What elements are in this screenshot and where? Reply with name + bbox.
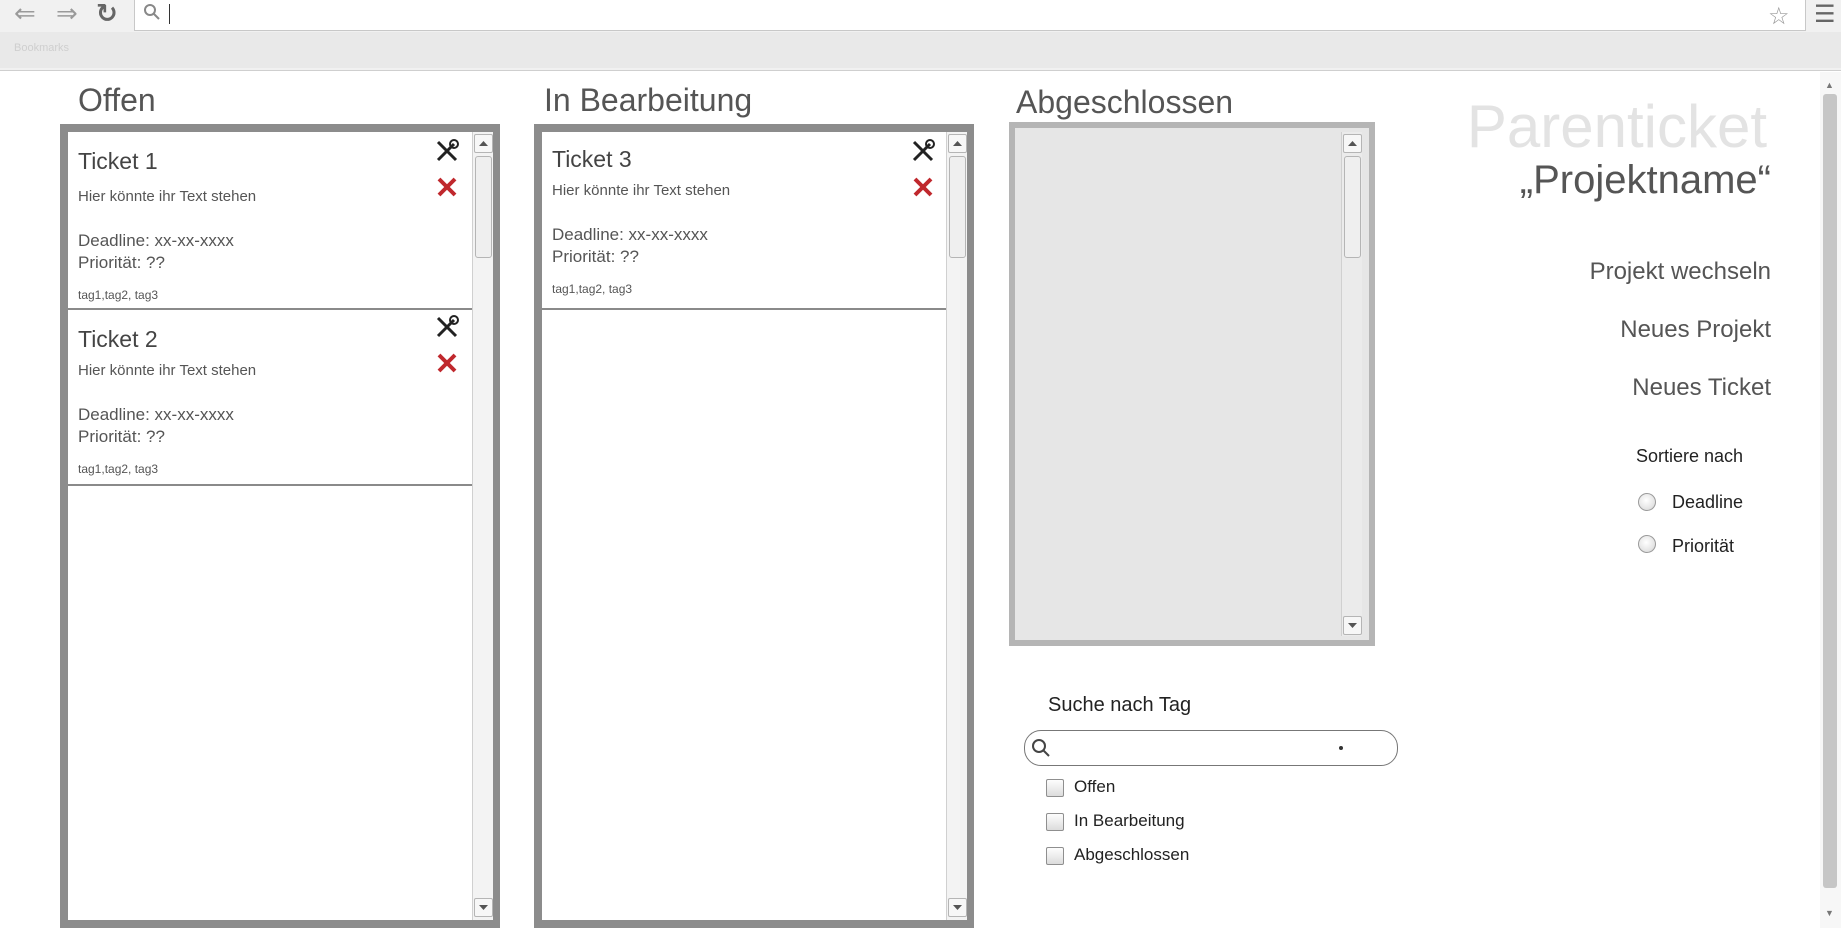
ticket-text: Hier könnte ihr Text stehen bbox=[78, 188, 257, 205]
search-label: Suche nach Tag bbox=[1048, 694, 1192, 716]
scroll-down-arrow[interactable] bbox=[948, 898, 967, 917]
scroll-up-icon[interactable]: ▲ bbox=[1825, 80, 1834, 90]
filter-checkbox-offen[interactable] bbox=[1046, 779, 1064, 797]
input-dot bbox=[1339, 746, 1343, 750]
scroll-thumb[interactable] bbox=[949, 156, 966, 258]
ticket-deadline: Deadline: xx-xx-xxxx bbox=[552, 225, 708, 244]
ticket-priority: Priorität: ?? bbox=[552, 247, 639, 266]
filter-label-abgeschlossen: Abgeschlossen bbox=[1074, 845, 1190, 864]
column-in-bearbeitung: Ticket 3 Hier könnte ihr Text stehen Dea… bbox=[534, 124, 974, 928]
search-icon bbox=[144, 4, 160, 20]
tag-search-input[interactable] bbox=[1024, 730, 1398, 766]
page-scrollbar[interactable]: ▲ ▼ bbox=[1820, 72, 1841, 928]
sort-option-deadline: Deadline bbox=[1672, 492, 1744, 512]
column-title-offen: Offen bbox=[78, 82, 156, 118]
scroll-thumb[interactable] bbox=[1344, 156, 1361, 258]
column-offen: Ticket 1 Hier könnte ihr Text stehen Dea… bbox=[60, 124, 500, 928]
sort-label: Sortiere nach bbox=[1636, 446, 1744, 466]
text-caret bbox=[169, 4, 170, 24]
project-name: „Projektname“ bbox=[1519, 158, 1771, 202]
ticket-deadline: Deadline: xx-xx-xxxx bbox=[78, 405, 234, 424]
bookmark-bar: Bookmarks bbox=[0, 32, 1841, 68]
scroll-up-arrow[interactable] bbox=[1343, 134, 1362, 153]
ticket-tags: tag1,tag2, tag3 bbox=[78, 462, 159, 476]
delete-icon[interactable] bbox=[436, 176, 458, 198]
ticket-title: Ticket 2 bbox=[78, 326, 158, 352]
scroll-down-icon[interactable]: ▼ bbox=[1825, 908, 1834, 918]
bookmark-star-icon[interactable]: ☆ bbox=[1768, 2, 1790, 31]
edit-tools-icon[interactable] bbox=[434, 138, 460, 164]
column-scrollbar[interactable] bbox=[946, 132, 967, 920]
address-bar[interactable] bbox=[134, 0, 1806, 31]
edit-tools-icon[interactable] bbox=[910, 138, 936, 164]
forward-button[interactable]: ⇒ bbox=[56, 0, 78, 26]
filter-checkbox-abgeschlossen[interactable] bbox=[1046, 847, 1064, 865]
column-title-in-bearbeitung: In Bearbeitung bbox=[544, 82, 753, 118]
app-title: Parenticket bbox=[1466, 93, 1767, 160]
column-title-abgeschlossen: Abgeschlossen bbox=[1016, 84, 1234, 120]
sort-option-prioritaet: Priorität bbox=[1672, 536, 1735, 556]
ticket-title: Ticket 3 bbox=[552, 146, 632, 172]
ticket-text: Hier könnte ihr Text stehen bbox=[78, 362, 257, 379]
menu-icon[interactable]: ☰ bbox=[1814, 0, 1836, 29]
new-project-link[interactable]: Neues Projekt bbox=[1620, 316, 1771, 344]
sort-radio-deadline[interactable] bbox=[1638, 493, 1656, 511]
switch-project-link[interactable]: Projekt wechseln bbox=[1590, 258, 1771, 286]
ticket-title: Ticket 1 bbox=[78, 148, 158, 174]
edit-tools-icon[interactable] bbox=[434, 314, 460, 340]
ticket-card[interactable]: Ticket 2 Hier könnte ihr Text stehen Dea… bbox=[68, 310, 472, 486]
scroll-up-arrow[interactable] bbox=[948, 134, 967, 153]
ticket-card[interactable]: Ticket 1 Hier könnte ihr Text stehen Dea… bbox=[68, 132, 472, 310]
scroll-down-arrow[interactable] bbox=[1343, 616, 1362, 635]
sort-radio-prioritaet[interactable] bbox=[1638, 535, 1656, 553]
new-ticket-link[interactable]: Neues Ticket bbox=[1632, 374, 1771, 402]
back-button[interactable]: ⇐ bbox=[14, 0, 36, 26]
ticket-tags: tag1,tag2, tag3 bbox=[78, 288, 159, 302]
search-icon bbox=[1032, 739, 1050, 757]
ticket-priority: Priorität: ?? bbox=[78, 253, 165, 272]
bookmark-item[interactable]: Bookmarks bbox=[14, 42, 69, 54]
browser-toolbar: ⇐ ⇒ ↻ ☆ ☰ Bookmarks bbox=[0, 0, 1841, 71]
filter-label-in-bearbeitung: In Bearbeitung bbox=[1074, 811, 1185, 830]
filter-checkbox-in-bearbeitung[interactable] bbox=[1046, 813, 1064, 831]
delete-icon[interactable] bbox=[912, 176, 934, 198]
filter-label-offen: Offen bbox=[1074, 777, 1116, 796]
scroll-down-arrow[interactable] bbox=[474, 898, 493, 917]
column-scrollbar[interactable] bbox=[1341, 132, 1362, 636]
delete-icon[interactable] bbox=[436, 352, 458, 374]
page-scroll-thumb[interactable] bbox=[1823, 94, 1837, 888]
ticket-text: Hier könnte ihr Text stehen bbox=[552, 182, 731, 199]
ticket-tags: tag1,tag2, tag3 bbox=[552, 282, 633, 296]
reload-button[interactable]: ↻ bbox=[96, 0, 118, 26]
scroll-thumb[interactable] bbox=[475, 156, 492, 258]
ticket-deadline: Deadline: xx-xx-xxxx bbox=[78, 231, 234, 250]
column-abgeschlossen bbox=[1009, 122, 1375, 646]
ticket-priority: Priorität: ?? bbox=[78, 427, 165, 446]
scroll-up-arrow[interactable] bbox=[474, 134, 493, 153]
column-scrollbar[interactable] bbox=[472, 132, 493, 920]
ticket-card[interactable]: Ticket 3 Hier könnte ihr Text stehen Dea… bbox=[542, 132, 946, 310]
